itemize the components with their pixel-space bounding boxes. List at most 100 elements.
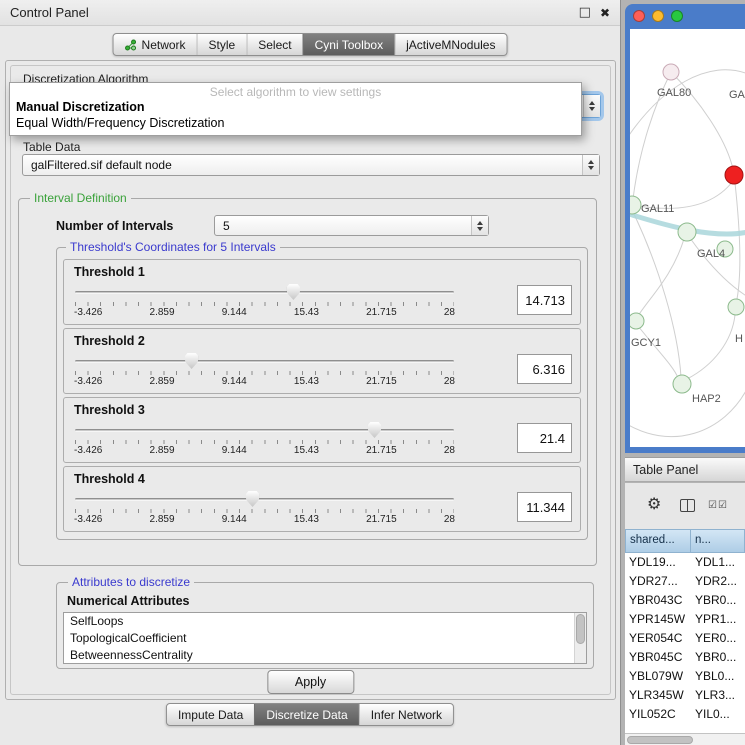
table-cell[interactable]: YBL079W	[625, 667, 691, 686]
table-cell[interactable]: YDL19...	[625, 553, 691, 572]
scale-label: 28	[444, 514, 455, 525]
slider-ticks	[75, 371, 454, 375]
slider-track[interactable]	[75, 429, 454, 432]
list-item-topologicalcoefficient[interactable]: TopologicalCoefficient	[64, 630, 586, 647]
close-traffic-light-icon[interactable]	[633, 10, 645, 22]
table-cell[interactable]: YBR043C	[625, 591, 691, 610]
table-row[interactable]: YER054CYER0...	[625, 629, 745, 648]
table-cell[interactable]: YDR27...	[625, 572, 691, 591]
gear-icon[interactable]: ⚙	[647, 496, 661, 512]
tab-style[interactable]: Style	[197, 34, 247, 55]
slider-scale: -3.426 2.859 9.144 15.43 21.715 28	[74, 376, 455, 387]
column-header-name[interactable]: n...	[691, 529, 745, 553]
network-view-window[interactable]: GAL80 GA GAL11 GAL4 GCY1 HAP2 H	[625, 4, 745, 453]
table-row[interactable]: YLR345WYLR3...	[625, 686, 745, 705]
list-scrollbar[interactable]	[574, 613, 586, 663]
zoom-traffic-light-icon[interactable]	[671, 10, 683, 22]
table-cell[interactable]: YDR2...	[691, 572, 745, 591]
threshold-4-slider[interactable]: -3.426 2.859 9.144 15.43 21.715 28	[74, 488, 455, 526]
table-panel: ⚙ ☑☑ shared... n... YDL19...YDL1... YDR2…	[625, 483, 745, 745]
table-cell[interactable]: YER0...	[691, 629, 745, 648]
tab-jactivemnodules[interactable]: jActiveMNodules	[394, 34, 506, 55]
table-cell[interactable]: YBR0...	[691, 591, 745, 610]
list-item-selfloops[interactable]: SelfLoops	[64, 613, 586, 630]
network-node-selected[interactable]	[725, 166, 743, 184]
horizontal-scrollbar[interactable]	[625, 733, 745, 745]
control-panel-title: Control Panel	[10, 5, 89, 20]
number-of-intervals-combobox[interactable]: 5	[214, 215, 489, 236]
select-columns-checkboxes-icon[interactable]: ☑☑	[708, 501, 728, 511]
scale-label: 15.43	[294, 514, 319, 525]
number-of-intervals-label: Number of Intervals	[56, 219, 214, 233]
threshold-1-slider[interactable]: -3.426 2.859 9.144 15.43 21.715 28	[74, 281, 455, 319]
scale-label: 9.144	[222, 307, 247, 318]
slider-thumb[interactable]	[287, 284, 300, 300]
table-row[interactable]: YBL079WYBL0...	[625, 667, 745, 686]
table-cell[interactable]: YER054C	[625, 629, 691, 648]
tab-label: Discretize Data	[266, 708, 347, 722]
numerical-attributes-label: Numerical Attributes	[67, 594, 587, 608]
network-canvas[interactable]: GAL80 GA GAL11 GAL4 GCY1 HAP2 H	[630, 29, 745, 447]
float-window-icon[interactable]: □	[579, 6, 591, 19]
combobox-stepper-icon	[583, 95, 600, 117]
table-cell[interactable]: YDL1...	[691, 553, 745, 572]
scrollbar-thumb[interactable]	[576, 614, 585, 644]
column-header-shared-name[interactable]: shared...	[625, 529, 691, 553]
scrollbar-thumb[interactable]	[627, 736, 693, 744]
slider-track[interactable]	[75, 360, 454, 363]
tab-network[interactable]: Network	[114, 34, 197, 55]
minimize-traffic-light-icon[interactable]	[652, 10, 664, 22]
tab-infer-network[interactable]: Infer Network	[359, 704, 453, 725]
table-cell[interactable]: YPR145W	[625, 610, 691, 629]
table-data-combobox[interactable]: galFiltered.sif default node	[22, 154, 600, 176]
threshold-4-value-field[interactable]: 11.344	[517, 492, 572, 522]
numerical-attributes-list[interactable]: SelfLoops TopologicalCoefficient Between…	[63, 612, 587, 664]
table-cell[interactable]: YIL052C	[625, 705, 691, 724]
threshold-2-slider[interactable]: -3.426 2.859 9.144 15.43 21.715 28	[74, 350, 455, 388]
network-node[interactable]	[728, 299, 744, 315]
slider-thumb[interactable]	[368, 422, 381, 438]
table-row[interactable]: YDR27...YDR2...	[625, 572, 745, 591]
table-panel-header[interactable]: Table Panel	[625, 457, 745, 482]
tab-discretize-data[interactable]: Discretize Data	[254, 704, 358, 725]
apply-button[interactable]: Apply	[267, 670, 354, 694]
dropdown-option-equal-width-frequency[interactable]: Equal Width/Frequency Discretization	[10, 115, 581, 131]
network-node[interactable]	[678, 223, 696, 241]
tab-impute-data[interactable]: Impute Data	[167, 704, 254, 725]
list-item-betweennesscentrality[interactable]: BetweennessCentrality	[64, 647, 586, 664]
threshold-3-value-field[interactable]: 21.4	[517, 423, 572, 453]
table-row[interactable]: YBR043CYBR0...	[625, 591, 745, 610]
dropdown-option-manual-discretization[interactable]: Manual Discretization	[10, 99, 581, 115]
table-cell[interactable]: YLR3...	[691, 686, 745, 705]
threshold-1-value-field[interactable]: 14.713	[517, 285, 572, 315]
table-row[interactable]: YIL052CYIL0...	[625, 705, 745, 724]
table-row[interactable]: YBR045CYBR0...	[625, 648, 745, 667]
network-node[interactable]	[663, 64, 679, 80]
close-icon[interactable]: ✖	[600, 7, 610, 19]
table-cell[interactable]: YIL0...	[691, 705, 745, 724]
table-body[interactable]: YDL19...YDL1... YDR27...YDR2... YBR043CY…	[625, 553, 745, 733]
table-row[interactable]: YPR145WYPR1...	[625, 610, 745, 629]
table-cell[interactable]: YLR345W	[625, 686, 691, 705]
table-cell[interactable]: YBR0...	[691, 648, 745, 667]
network-node[interactable]	[673, 375, 691, 393]
tab-select[interactable]: Select	[246, 34, 302, 55]
slider-track[interactable]	[75, 498, 454, 501]
control-panel-titlebar[interactable]: Control Panel □ ✖	[0, 0, 620, 26]
table-cell[interactable]: YBL0...	[691, 667, 745, 686]
threshold-1-panel: Threshold 1 -3.426 2.859 9.144 1	[63, 259, 581, 325]
threshold-3-slider[interactable]: -3.426 2.859 9.144 15.43 21.715 28	[74, 419, 455, 457]
table-cell[interactable]: YBR045C	[625, 648, 691, 667]
tab-label: Cyni Toolbox	[315, 38, 383, 52]
threshold-2-value-field[interactable]: 6.316	[517, 354, 572, 384]
network-node[interactable]	[630, 313, 644, 329]
network-node[interactable]	[630, 196, 641, 214]
table-cell[interactable]: YPR1...	[691, 610, 745, 629]
columns-icon[interactable]	[680, 499, 695, 512]
tab-cyni-toolbox[interactable]: Cyni Toolbox	[303, 34, 394, 55]
table-row[interactable]: YDL19...YDL1...	[625, 553, 745, 572]
slider-thumb[interactable]	[246, 491, 259, 507]
slider-thumb[interactable]	[185, 353, 198, 369]
slider-track[interactable]	[75, 291, 454, 294]
network-graph[interactable]: GAL80 GA GAL11 GAL4 GCY1 HAP2 H	[630, 29, 745, 447]
